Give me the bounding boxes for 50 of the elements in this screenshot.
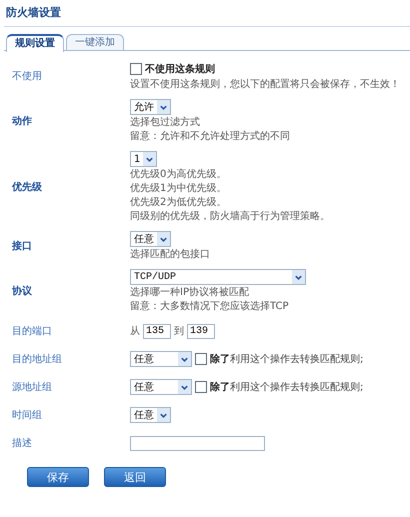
dropdown[interactable]: 任意 — [130, 351, 192, 367]
page-title: 防火墙设置 — [6, 6, 62, 20]
from-label: 从 — [130, 324, 140, 338]
hint-text: 优先级2为低优先级。 — [130, 196, 228, 210]
dropdown[interactable]: 允许 — [130, 99, 171, 115]
dropdown[interactable]: 1 — [130, 151, 158, 167]
caret-icon — [145, 154, 154, 164]
tab[interactable]: 一键添加 — [66, 34, 124, 50]
hint-text: 留意：大多数情况下您应该选择TCP — [130, 300, 290, 314]
caret-icon — [159, 410, 168, 420]
checkbox[interactable] — [130, 63, 142, 75]
field-label: 动作 — [10, 114, 33, 128]
checkbox-label: 除了利用这个操作去转换匹配规则; — [210, 352, 364, 366]
caret-icon — [159, 102, 168, 112]
checkbox[interactable] — [195, 381, 207, 393]
hint-text: 选择匹配的包接口 — [130, 248, 210, 262]
dropdown[interactable]: 任意 — [130, 407, 171, 423]
hint-text: 同级别的优先级，防火墙高于行为管理策略。 — [130, 210, 330, 224]
caret-icon — [159, 234, 168, 244]
field-label: 源地址组 — [11, 380, 53, 394]
field-label: 不使用 — [11, 70, 43, 83]
to-label: 到 — [174, 325, 184, 338]
hint-text: 留意：允许和不允许处理方式的不同 — [130, 130, 290, 144]
button[interactable]: 保存 — [27, 467, 89, 487]
field-label: 描述 — [11, 436, 33, 450]
field-label: 协议 — [11, 284, 33, 298]
hint-text: 设置不使用这条规则，您以下的配置将只会被保存，不生效！ — [130, 78, 400, 92]
caret-icon — [180, 354, 189, 364]
caret-icon — [294, 272, 303, 282]
dropdown[interactable]: TCP/UDP — [130, 269, 306, 285]
port-field[interactable]: 139 — [187, 324, 215, 338]
checkbox[interactable] — [195, 353, 207, 365]
tab[interactable]: 规则设置 — [6, 34, 64, 52]
checkbox-label: 不使用这条规则 — [145, 62, 215, 76]
checkbox-label: 除了利用这个操作去转换匹配规则; — [210, 380, 364, 394]
field-label: 接口 — [10, 240, 33, 253]
hint-text: 选择哪一种IP协议将被匹配 — [130, 286, 250, 300]
field-label: 优先级 — [10, 180, 43, 194]
description-field[interactable] — [130, 436, 265, 450]
dropdown[interactable]: 任意 — [130, 379, 192, 395]
dropdown[interactable]: 任意 — [130, 231, 171, 247]
hint-text: 选择包过滤方式 — [130, 116, 201, 130]
hint-text: 优先级1为中优先级。 — [130, 182, 228, 196]
button[interactable]: 返回 — [104, 467, 166, 487]
port-field[interactable]: 135 — [143, 324, 171, 338]
field-label: 时间组 — [11, 408, 43, 422]
caret-icon — [180, 382, 189, 392]
field-label: 目的端口 — [11, 324, 53, 338]
hint-text: 优先级0为高优先级。 — [130, 168, 228, 182]
field-label: 目的地址组 — [11, 352, 63, 366]
